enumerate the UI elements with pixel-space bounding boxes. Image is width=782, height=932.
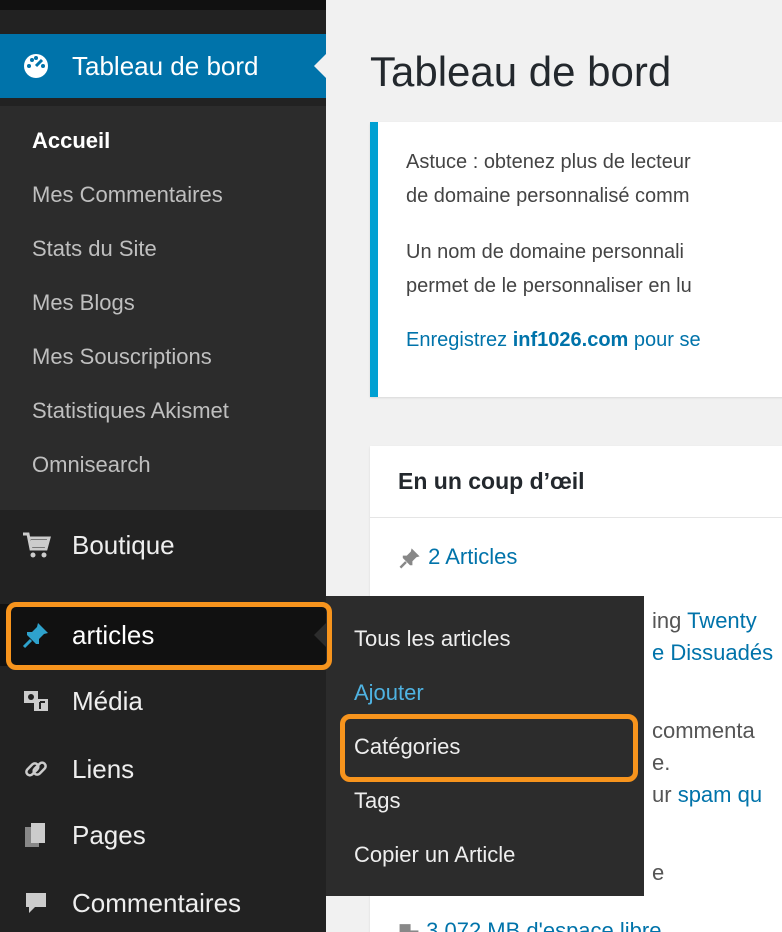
articles-count-link[interactable]: 2 Articles xyxy=(428,544,517,569)
media-icon xyxy=(0,687,72,715)
flyout-ajouter[interactable]: Ajouter xyxy=(354,680,424,706)
notice-register: Enregistrez inf1026.com pour se xyxy=(406,324,701,356)
page-title: Tableau de bord xyxy=(370,48,672,95)
submenu-mes-blogs[interactable]: Mes Blogs xyxy=(32,290,135,316)
menu-articles[interactable]: articles xyxy=(0,604,326,666)
menu-pages-label: Pages xyxy=(72,819,146,850)
articles-count-row: 2 Articles xyxy=(398,544,517,570)
comments-text: commenta xyxy=(652,718,755,743)
menu-commentaires[interactable]: Commentaires xyxy=(0,872,326,932)
cart-icon xyxy=(0,531,72,559)
dashboard-icon xyxy=(0,53,72,79)
flyout-categories[interactable]: Catégories xyxy=(354,734,460,760)
notice-line-2: de domaine personnalisé comm xyxy=(406,185,690,207)
flyout-tous-les-articles[interactable]: Tous les articles xyxy=(354,626,511,652)
pages-icon xyxy=(0,821,72,849)
flyout-copier-un-article[interactable]: Copier un Article xyxy=(354,842,515,868)
admin-bar-edge xyxy=(0,0,326,10)
submenu-mes-commentaires[interactable]: Mes Commentaires xyxy=(32,182,223,208)
theme-row: ing Twenty xyxy=(652,608,757,634)
spam-row: ur spam qu xyxy=(652,782,762,808)
submenu-omnisearch[interactable]: Omnisearch xyxy=(32,452,151,478)
tip-notice: Astuce : obtenez plus de lecteur de doma… xyxy=(370,122,782,397)
storage-space-link[interactable]: 3 072 MB d'espace libre xyxy=(426,918,661,932)
theme-link[interactable]: Twenty xyxy=(687,608,757,633)
menu-dashboard[interactable]: Tableau de bord xyxy=(0,34,326,98)
register-text-pre[interactable]: Enregistrez xyxy=(406,329,513,351)
pin-icon xyxy=(398,544,422,569)
articles-flyout-menu: Tous les articles Ajouter Catégories Tag… xyxy=(326,596,644,896)
menu-dashboard-label: Tableau de bord xyxy=(72,50,259,81)
submenu-statistiques-akismet[interactable]: Statistiques Akismet xyxy=(32,398,229,424)
extra-text: e xyxy=(652,860,665,885)
register-text-post[interactable]: pour se xyxy=(628,329,701,351)
register-domain-link[interactable]: inf1026.com xyxy=(513,329,629,351)
menu-media-label: Média xyxy=(72,685,143,716)
comment-icon xyxy=(0,890,72,916)
notice-line-4: permet de le personnaliser en lu xyxy=(406,275,692,297)
dashboard-submenu: Accueil Mes Commentaires Stats du Site M… xyxy=(0,106,326,510)
submenu-accueil[interactable]: Accueil xyxy=(32,128,110,154)
menu-boutique[interactable]: Boutique xyxy=(0,514,326,576)
media-icon xyxy=(398,918,420,932)
menu-pages[interactable]: Pages xyxy=(0,804,326,866)
submenu-mes-souscriptions[interactable]: Mes Souscriptions xyxy=(32,344,212,370)
comments-text-end: e. xyxy=(652,750,671,775)
search-engine-link[interactable]: e Dissuadés xyxy=(652,640,773,666)
menu-boutique-label: Boutique xyxy=(72,529,175,560)
glance-panel-header: En un coup d’œil xyxy=(370,446,782,518)
spam-link[interactable]: spam qu xyxy=(678,782,762,807)
notice-line-1: Astuce : obtenez plus de lecteur xyxy=(406,151,691,173)
menu-commentaires-label: Commentaires xyxy=(72,887,242,918)
storage-space-row: 3 072 MB d'espace libre xyxy=(398,918,661,932)
spam-text: ur xyxy=(652,782,678,807)
flyout-tags[interactable]: Tags xyxy=(354,788,400,814)
submenu-stats-du-site[interactable]: Stats du Site xyxy=(32,236,157,262)
theme-text: ing xyxy=(652,608,688,633)
menu-liens-label: Liens xyxy=(72,753,135,784)
pin-icon xyxy=(0,620,72,650)
menu-media[interactable]: Média xyxy=(0,670,326,732)
notice-line-3: Un nom de domaine personnali xyxy=(406,241,684,263)
menu-articles-label: articles xyxy=(72,619,155,650)
link-icon xyxy=(0,755,72,783)
glance-panel-title: En un coup d’œil xyxy=(398,468,585,494)
admin-sidebar: Tableau de bord Accueil Mes Commentaires… xyxy=(0,0,326,932)
menu-liens[interactable]: Liens xyxy=(0,738,326,800)
